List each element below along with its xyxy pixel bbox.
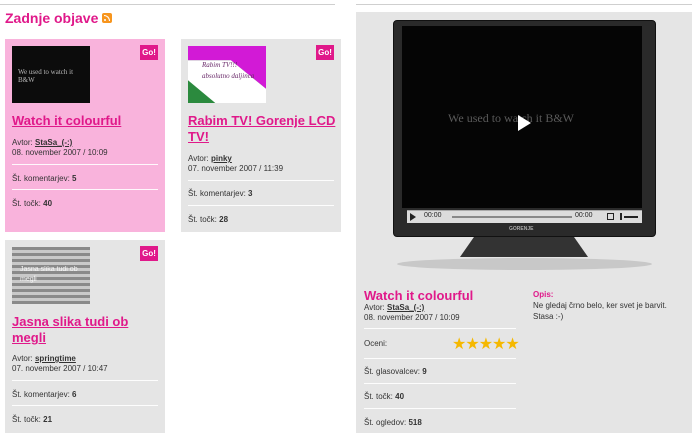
star-icon[interactable]: ★ (505, 336, 519, 353)
post-thumbnail-2[interactable]: Rabim TV!!! absolutno daljinca (188, 46, 266, 103)
divider (364, 358, 516, 359)
divider (188, 205, 334, 206)
seek-bar[interactable] (452, 216, 572, 218)
volume-slider[interactable] (624, 216, 638, 218)
points-stat: Št. točk: 40 (364, 392, 405, 401)
views-stat: Št. ogledov: 518 (364, 418, 422, 427)
points-stat: Št. točk: 40 (12, 199, 53, 208)
detail-date: 08. november 2007 / 10:09 (364, 313, 460, 322)
thumbnail-text: Jasna slika tudi ob megli (20, 266, 78, 283)
author-link[interactable]: StaSa_(-:) (35, 138, 72, 147)
thumbnail-text: Rabim TV!!! absolutno daljinca (202, 61, 255, 80)
star-icon[interactable]: ★ (492, 336, 506, 353)
comments-stat: Št. komentarjev: 3 (188, 189, 253, 198)
post-title-3[interactable]: Jasna slika tudi ob megli (12, 314, 162, 346)
comments-stat: Št. komentarjev: 6 (12, 390, 77, 399)
votes-stat: Št. glasovalcev: 9 (364, 367, 427, 376)
tv-shadow (397, 258, 652, 270)
author-link[interactable]: pinky (211, 154, 232, 163)
points-stat: Št. točk: 28 (188, 215, 229, 224)
divider (12, 380, 158, 381)
section-title: Zadnje objave (5, 10, 99, 26)
time-total: 00:00 (575, 212, 593, 219)
video-frame-text: We used to watch it B&W (448, 111, 575, 125)
post-date: 07. november 2007 / 10:47 (12, 364, 108, 373)
post-thumbnail-1[interactable]: We used to watch it B&W (12, 46, 90, 103)
top-divider-right (356, 4, 692, 5)
post-title-1[interactable]: Watch it colourful (12, 113, 162, 129)
divider (364, 328, 516, 329)
top-divider-left (0, 4, 335, 5)
divider (12, 405, 158, 406)
star-icon[interactable]: ★ (465, 336, 479, 353)
divider (364, 383, 516, 384)
post-date: 08. november 2007 / 10:09 (12, 148, 108, 157)
star-icon[interactable]: ★ (452, 336, 466, 353)
play-icon[interactable] (518, 115, 531, 131)
comments-stat: Št. komentarjev: 5 (12, 174, 77, 183)
post-title-2[interactable]: Rabim TV! Gorenje LCD TV! (188, 113, 338, 145)
rating-stars[interactable]: ★★★★★ (452, 336, 520, 353)
post-thumbnail-3[interactable]: Jasna slika tudi ob megli (12, 247, 90, 304)
post-card-1[interactable]: We used to watch it B&W Go! Watch it col… (5, 39, 165, 232)
post-date: 07. november 2007 / 11:39 (188, 164, 284, 173)
points-stat: Št. točk: 21 (12, 415, 53, 424)
star-icon[interactable]: ★ (479, 336, 493, 353)
divider (364, 408, 516, 409)
go-button[interactable]: Go! (140, 45, 158, 60)
fullscreen-icon[interactable] (607, 213, 614, 220)
thumbnail-text: We used to watch it B&W (18, 68, 74, 84)
rss-icon[interactable] (102, 13, 112, 23)
tv-stand (460, 235, 588, 257)
author-link[interactable]: springtime (35, 354, 76, 363)
author-link[interactable]: StaSa_(-:) (387, 303, 424, 312)
go-button[interactable]: Go! (316, 45, 334, 60)
tv-brand-logo: GORENJE (509, 226, 534, 232)
time-current: 00:00 (424, 212, 442, 219)
rate-label: Oceni: (364, 339, 388, 348)
post-card-2[interactable]: Rabim TV!!! absolutno daljinca Go! Rabim… (181, 39, 341, 232)
post-card-3[interactable]: Jasna slika tudi ob megli Go! Jasna slik… (5, 240, 165, 433)
go-button[interactable]: Go! (140, 246, 158, 261)
play-small-icon[interactable] (410, 213, 416, 221)
video-controls: 00:00 00:00 (407, 210, 642, 223)
volume-icon[interactable] (620, 213, 622, 220)
description-text: Ne gledaj črno belo, ker svet je barvit.… (533, 301, 667, 321)
divider (12, 164, 158, 165)
description-label: Opis: (533, 290, 554, 299)
divider (12, 189, 158, 190)
divider (188, 180, 334, 181)
